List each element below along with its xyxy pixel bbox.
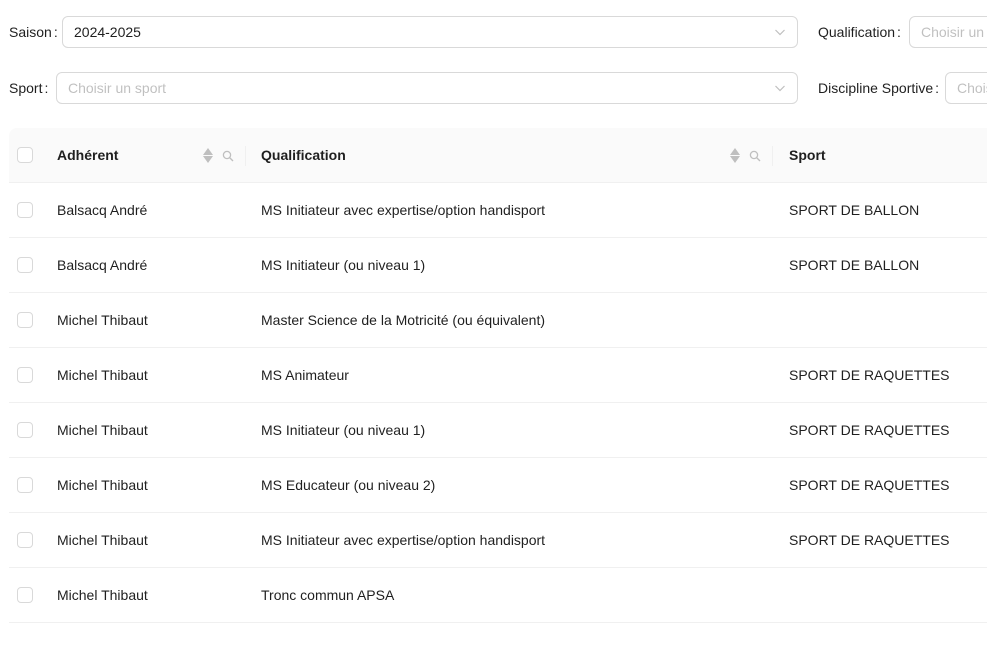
sort-icon[interactable] bbox=[730, 147, 740, 163]
qualifications-table: Adhérent Qualification Sport Balsacq And… bbox=[9, 128, 987, 623]
table-header: Adhérent Qualification Sport bbox=[9, 128, 987, 183]
row-checkbox[interactable] bbox=[17, 422, 33, 438]
qualification-label: Qualification: bbox=[818, 16, 901, 48]
chevron-down-icon bbox=[774, 73, 786, 103]
cell-qualification: MS Initiateur avec expertise/option hand… bbox=[261, 532, 546, 548]
cell-qualification: MS Initiateur (ou niveau 1) bbox=[261, 257, 426, 273]
sport-label-colon: : bbox=[44, 80, 49, 96]
filter-row-2: Sport: Choisir un sport Discipline Sport… bbox=[0, 72, 987, 104]
sport-label: Sport: bbox=[9, 72, 48, 104]
cell-adherent: Michel Thibaut bbox=[57, 532, 148, 548]
qualification-select-placeholder: Choisir un bbox=[921, 24, 985, 40]
saison-select[interactable]: 2024-2025 bbox=[62, 16, 798, 48]
search-icon[interactable] bbox=[749, 149, 761, 162]
saison-label-text: Saison bbox=[9, 24, 52, 40]
row-checkbox[interactable] bbox=[17, 367, 33, 383]
cell-qualification: MS Animateur bbox=[261, 367, 349, 383]
discipline-label-colon: : bbox=[935, 80, 940, 96]
cell-sport: SPORT DE RAQUETTES bbox=[789, 422, 950, 438]
column-header-sport[interactable]: Sport bbox=[789, 128, 826, 182]
cell-sport: SPORT DE BALLON bbox=[789, 202, 920, 218]
discipline-label: Discipline Sportive: bbox=[818, 72, 939, 104]
qualification-select[interactable]: Choisir un bbox=[909, 16, 987, 48]
cell-adherent: Michel Thibaut bbox=[57, 587, 148, 603]
cell-sport: SPORT DE RAQUETTES bbox=[789, 532, 950, 548]
discipline-select-placeholder: Chois bbox=[957, 80, 987, 96]
cell-adherent: Michel Thibaut bbox=[57, 422, 148, 438]
cell-qualification: MS Initiateur avec expertise/option hand… bbox=[261, 202, 546, 218]
table-row[interactable]: Michel Thibaut Master Science de la Motr… bbox=[9, 293, 987, 348]
cell-qualification: MS Educateur (ou niveau 2) bbox=[261, 477, 436, 493]
cell-adherent: Balsacq André bbox=[57, 257, 148, 273]
table-row[interactable]: Michel Thibaut MS Educateur (ou niveau 2… bbox=[9, 458, 987, 513]
row-checkbox[interactable] bbox=[17, 532, 33, 548]
saison-label: Saison: bbox=[9, 16, 58, 48]
saison-select-value: 2024-2025 bbox=[74, 24, 141, 40]
chevron-down-icon bbox=[774, 17, 786, 47]
row-checkbox[interactable] bbox=[17, 312, 33, 328]
cell-qualification: Tronc commun APSA bbox=[261, 587, 395, 603]
row-checkbox[interactable] bbox=[17, 477, 33, 493]
row-checkbox[interactable] bbox=[17, 257, 33, 273]
column-divider bbox=[245, 146, 246, 166]
cell-sport: SPORT DE RAQUETTES bbox=[789, 367, 950, 383]
discipline-select[interactable]: Chois bbox=[945, 72, 987, 104]
sport-select-placeholder: Choisir un sport bbox=[68, 80, 167, 96]
saison-label-colon: : bbox=[53, 24, 58, 40]
page: Saison: 2024-2025 Qualification: Choisir… bbox=[0, 0, 987, 658]
column-header-qualification[interactable]: Qualification bbox=[261, 128, 346, 182]
cell-sport: SPORT DE RAQUETTES bbox=[789, 477, 950, 493]
table-row[interactable]: Michel Thibaut MS Animateur SPORT DE RAQ… bbox=[9, 348, 987, 403]
column-divider bbox=[772, 146, 773, 166]
table-row[interactable]: Balsacq André MS Initiateur avec experti… bbox=[9, 183, 987, 238]
select-all-checkbox[interactable] bbox=[17, 147, 33, 163]
qualification-label-text: Qualification bbox=[818, 24, 896, 40]
table-row[interactable]: Michel Thibaut MS Initiateur (ou niveau … bbox=[9, 403, 987, 458]
row-checkbox[interactable] bbox=[17, 587, 33, 603]
qualification-label-colon: : bbox=[897, 24, 901, 40]
sport-label-text: Sport bbox=[9, 80, 43, 96]
sort-icon[interactable] bbox=[203, 147, 213, 163]
table-row[interactable]: Balsacq André MS Initiateur (ou niveau 1… bbox=[9, 238, 987, 293]
cell-adherent: Michel Thibaut bbox=[57, 312, 148, 328]
filter-row-1: Saison: 2024-2025 Qualification: Choisir… bbox=[0, 16, 987, 48]
row-checkbox[interactable] bbox=[17, 202, 33, 218]
table-row[interactable]: Michel Thibaut Tronc commun APSA bbox=[9, 568, 987, 623]
search-icon[interactable] bbox=[222, 149, 234, 162]
table-row[interactable]: Michel Thibaut MS Initiateur avec expert… bbox=[9, 513, 987, 568]
cell-adherent: Michel Thibaut bbox=[57, 477, 148, 493]
cell-qualification: MS Initiateur (ou niveau 1) bbox=[261, 422, 426, 438]
cell-adherent: Michel Thibaut bbox=[57, 367, 148, 383]
table-body: Balsacq André MS Initiateur avec experti… bbox=[9, 183, 987, 623]
sport-select[interactable]: Choisir un sport bbox=[56, 72, 798, 104]
cell-adherent: Balsacq André bbox=[57, 202, 148, 218]
column-header-adherent[interactable]: Adhérent bbox=[57, 128, 118, 182]
discipline-label-text: Discipline Sportive bbox=[818, 80, 934, 96]
cell-sport: SPORT DE BALLON bbox=[789, 257, 920, 273]
cell-qualification: Master Science de la Motricité (ou équiv… bbox=[261, 312, 546, 328]
